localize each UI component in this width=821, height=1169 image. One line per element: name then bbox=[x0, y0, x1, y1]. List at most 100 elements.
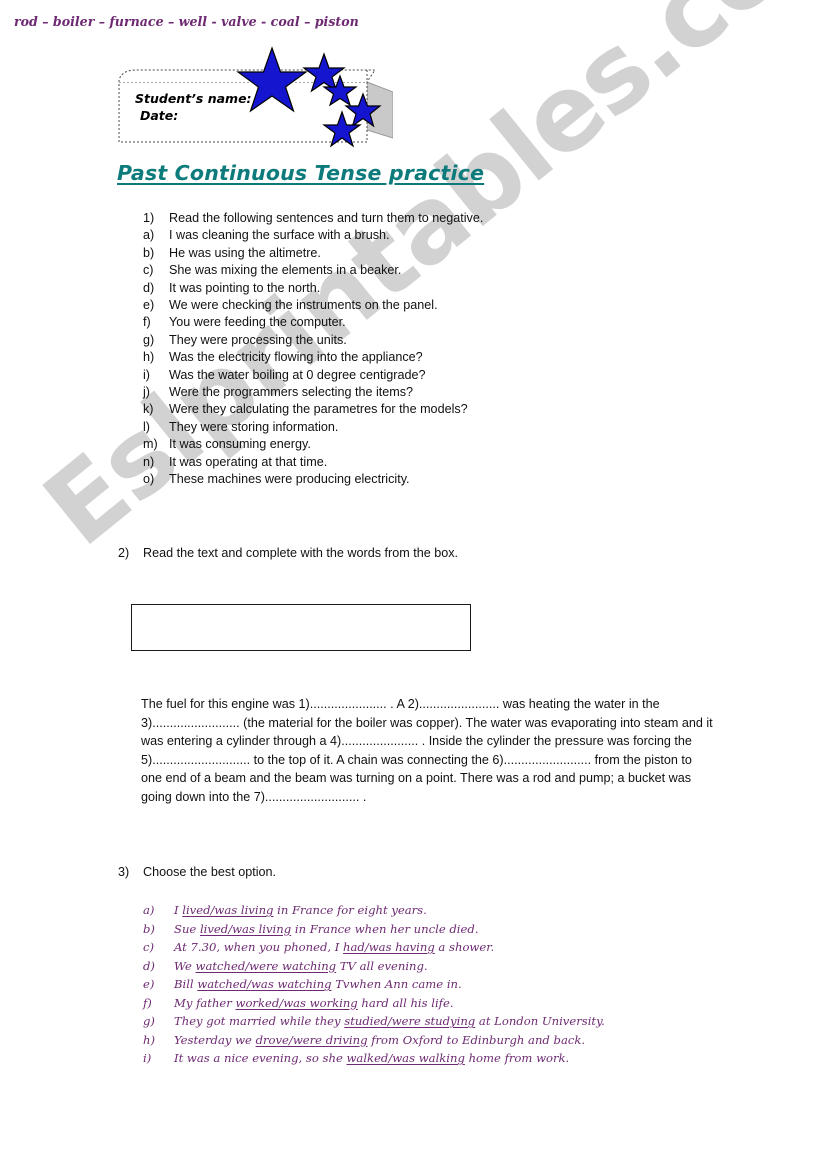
worksheet-page: Eslprintables.com Student’s name: Date: bbox=[0, 0, 821, 1169]
list-item-marker: b) bbox=[143, 245, 155, 260]
item-before: Bill bbox=[174, 977, 198, 991]
page-title: Past Continuous Tense practice bbox=[117, 161, 485, 185]
item-after: at London University. bbox=[475, 1014, 605, 1028]
exercise-3-marker: 3) bbox=[118, 865, 130, 879]
list-item: h) Yesterday we drove/were driving from … bbox=[143, 1031, 743, 1050]
list-item-text: At 7.30, when you phoned, I had/was havi… bbox=[143, 938, 494, 957]
list-item-marker: e) bbox=[143, 298, 155, 313]
choice-option[interactable]: drove/were driving bbox=[256, 1033, 368, 1047]
list-item: b) He was using the altimetre. bbox=[143, 245, 703, 262]
list-item: c) At 7.30, when you phoned, I had/was h… bbox=[143, 938, 743, 957]
list-item-text: Were they calculating the parametres for… bbox=[169, 402, 468, 417]
list-item-marker: c) bbox=[143, 263, 154, 278]
list-item-text: These machines were producing electricit… bbox=[169, 472, 410, 487]
stars-decoration bbox=[236, 46, 382, 148]
item-before: It was a nice evening, so she bbox=[174, 1051, 347, 1065]
choice-option[interactable]: had/was having bbox=[343, 940, 435, 954]
list-item-marker: i) bbox=[143, 1051, 152, 1065]
exercise-3-items: a) I lived/was living in France for eigh… bbox=[143, 901, 743, 1068]
item-after: from Oxford to Edinburgh and back. bbox=[367, 1032, 586, 1047]
list-item-text: He was using the altimetre. bbox=[169, 245, 321, 260]
exercise-2-instruction-line: 2) Read the text and complete with the w… bbox=[118, 545, 718, 562]
list-item: f) You were feeding the computer. bbox=[143, 314, 703, 331]
exercise-2-instruction: Read the text and complete with the word… bbox=[143, 546, 459, 560]
choice-option[interactable]: lived/was living bbox=[200, 922, 291, 936]
exercise-1-instruction: Read the following sentences and turn th… bbox=[169, 211, 484, 225]
list-item-marker: b) bbox=[143, 921, 155, 936]
list-item-marker: e) bbox=[143, 977, 155, 991]
exercise-1-marker: 1) bbox=[143, 211, 155, 225]
list-item-marker: k) bbox=[143, 402, 154, 417]
list-item: c) She was mixing the elements in a beak… bbox=[143, 262, 703, 279]
list-item: g) They were processing the units. bbox=[143, 332, 703, 349]
list-item: k) Were they calculating the parametres … bbox=[143, 401, 703, 418]
list-item-marker: d) bbox=[143, 280, 155, 295]
list-item-marker: m) bbox=[143, 437, 158, 452]
list-item-text: They were storing information. bbox=[169, 419, 339, 434]
exercise-2: 2) Read the text and complete with the w… bbox=[118, 545, 718, 562]
item-after: TV all evening. bbox=[336, 958, 428, 973]
list-item-marker: l) bbox=[143, 419, 150, 434]
item-before: They got married while they bbox=[174, 1014, 345, 1028]
list-item: i) It was a nice evening, so she walked/… bbox=[143, 1049, 743, 1068]
list-item-text: I lived/was living in France for eight y… bbox=[143, 901, 427, 920]
list-item-marker: d) bbox=[143, 958, 155, 973]
list-item: i) Was the water boiling at 0 degree cen… bbox=[143, 367, 703, 384]
list-item-marker: f) bbox=[143, 995, 152, 1010]
list-item: j) Were the programmers selecting the it… bbox=[143, 384, 703, 401]
choice-option[interactable]: lived/was living bbox=[182, 903, 273, 917]
list-item-marker: f) bbox=[143, 315, 151, 330]
list-item-marker: g) bbox=[143, 332, 155, 347]
list-item-text: My father worked/was working hard all hi… bbox=[143, 994, 454, 1013]
item-before: Sue bbox=[174, 921, 200, 936]
item-after: home from work. bbox=[464, 1051, 570, 1065]
list-item-text: Yesterday we drove/were driving from Oxf… bbox=[143, 1031, 585, 1050]
word-bank-box bbox=[131, 604, 471, 651]
exercise-3: 3) Choose the best option. bbox=[118, 864, 718, 881]
list-item-text: We were checking the instruments on the … bbox=[169, 298, 438, 313]
list-item: m) It was consuming energy. bbox=[143, 436, 703, 453]
item-before: We bbox=[174, 958, 196, 973]
list-item-marker: n) bbox=[143, 454, 155, 469]
list-item: d) We watched/were watching TV all eveni… bbox=[143, 957, 743, 976]
list-item-text: It was consuming energy. bbox=[169, 437, 311, 452]
list-item-text: We watched/were watching TV all evening. bbox=[143, 957, 428, 976]
choice-option[interactable]: studied/were studying bbox=[344, 1014, 475, 1028]
star-icon bbox=[236, 46, 308, 113]
list-item: l) They were storing information. bbox=[143, 419, 703, 436]
choice-option[interactable]: walked/was walking bbox=[347, 1051, 465, 1065]
item-after: a shower. bbox=[434, 940, 495, 954]
item-after: hard all his life. bbox=[357, 995, 454, 1010]
list-item-text: You were feeding the computer. bbox=[169, 315, 346, 330]
list-item: a) I was cleaning the surface with a bru… bbox=[143, 227, 703, 244]
list-item-marker: a) bbox=[143, 903, 155, 917]
list-item-text: It was pointing to the north. bbox=[169, 280, 321, 295]
list-item-text: It was operating at that time. bbox=[169, 454, 328, 469]
list-item-marker: a) bbox=[143, 228, 155, 243]
item-before: Yesterday we bbox=[174, 1032, 256, 1047]
list-item: o) These machines were producing electri… bbox=[143, 471, 703, 488]
list-item-text: It was a nice evening, so she walked/was… bbox=[143, 1049, 569, 1068]
list-item-marker: g) bbox=[143, 1014, 155, 1028]
choice-option[interactable]: watched/was watching bbox=[197, 977, 331, 991]
choice-option[interactable]: watched/were watching bbox=[196, 959, 337, 973]
list-item-text: I was cleaning the surface with a brush. bbox=[169, 228, 390, 243]
list-item-marker: h) bbox=[143, 350, 155, 365]
gap-fill-paragraph: The fuel for this engine was 1).........… bbox=[141, 697, 713, 804]
list-item: d) It was pointing to the north. bbox=[143, 280, 703, 297]
exercise-1-instruction-line: 1) Read the following sentences and turn… bbox=[143, 210, 703, 227]
list-item: n) It was operating at that time. bbox=[143, 454, 703, 471]
list-item-text: Were the programmers selecting the items… bbox=[169, 385, 414, 400]
item-after: in France for eight years. bbox=[273, 903, 427, 917]
item-before: My father bbox=[174, 995, 236, 1010]
list-item-marker: i) bbox=[143, 367, 150, 382]
list-item-text: Bill watched/was watching Tvwhen Ann cam… bbox=[143, 975, 462, 994]
list-item-text: They were processing the units. bbox=[169, 332, 347, 347]
list-item: f) My father worked/was working hard all… bbox=[143, 994, 743, 1013]
list-item-marker: h) bbox=[143, 1032, 155, 1047]
list-item-text: They got married while they studied/were… bbox=[143, 1012, 605, 1031]
exercise-2-marker: 2) bbox=[118, 546, 130, 560]
choice-option[interactable]: worked/was working bbox=[236, 996, 358, 1010]
list-item: e) Bill watched/was watching Tvwhen Ann … bbox=[143, 975, 743, 994]
item-before: At 7.30, when you phoned, I bbox=[174, 940, 344, 954]
